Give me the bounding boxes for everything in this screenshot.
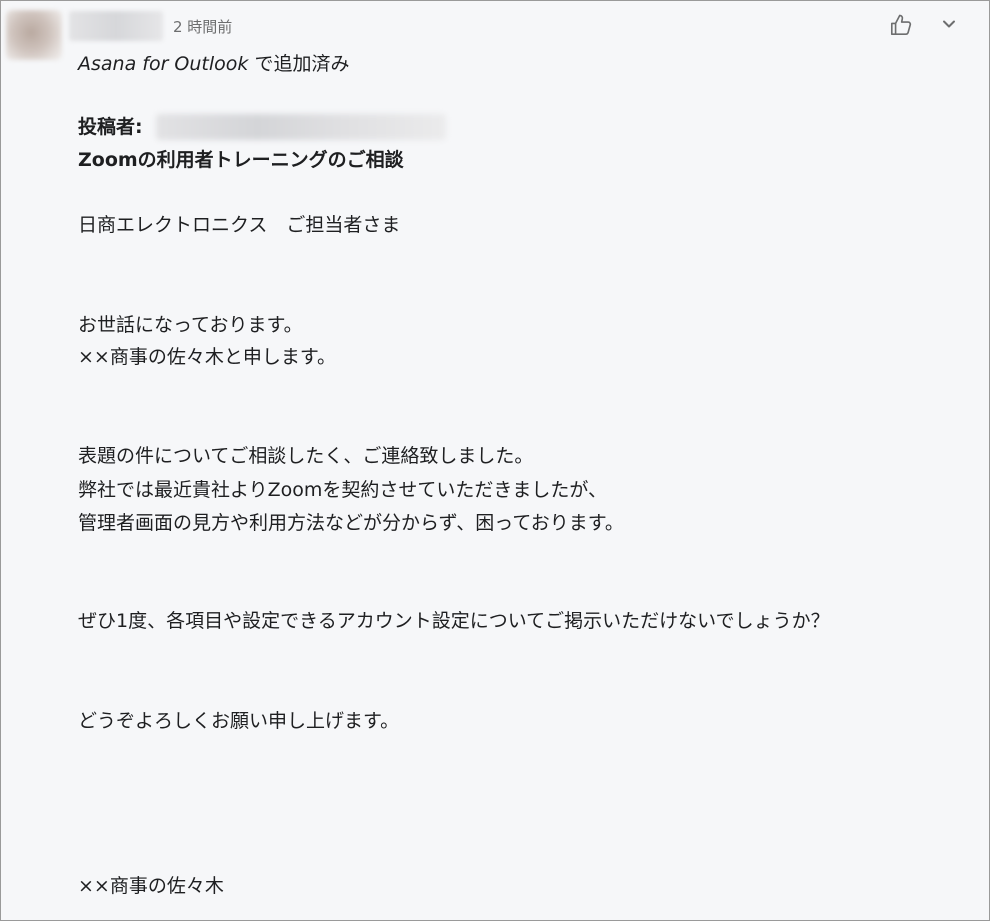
sender-redacted xyxy=(156,114,446,140)
email-greeting: 日商エレクトロニクス ご担当者さま xyxy=(78,214,401,236)
comment-timestamp: 2 時間前 xyxy=(173,18,233,36)
email-line: ××商事の佐々木と申します。 xyxy=(78,346,336,368)
email-line: 弊社では最近貴社よりZoomを契約させていただきましたが、 xyxy=(78,479,608,501)
source-suffix: で追加済み xyxy=(248,53,350,75)
like-button[interactable] xyxy=(886,10,916,40)
thumbs-up-icon xyxy=(890,14,912,36)
email-subject: Zoomの利用者トレーニングのご相談 xyxy=(78,149,404,171)
source-app-name: Asana for Outlook xyxy=(78,53,249,75)
email-line: 表題の件についてご相談したく、ご連絡致しました。 xyxy=(78,445,534,467)
email-line: ぜひ1度、各項目や設定できるアカウント設定についてご掲示いただけないでしょうか？ xyxy=(78,610,830,632)
email-line: 管理者画面の見方や利用方法などが分からず、困っております。 xyxy=(78,512,624,534)
email-signature: ××商事の佐々木 xyxy=(78,875,224,897)
author-name-redacted[interactable] xyxy=(69,11,163,41)
email-line: お世話になっております。 xyxy=(78,314,303,336)
chevron-down-icon xyxy=(943,20,955,28)
sender-label: 投稿者: xyxy=(78,116,143,138)
more-options-button[interactable] xyxy=(935,10,963,38)
comment-source: Asana for Outlook で追加済み xyxy=(78,49,349,76)
avatar[interactable] xyxy=(6,10,62,60)
email-line: どうぞよろしくお願い申し上げます。 xyxy=(78,710,400,732)
comment-card: 2 時間前 Asana for Outlook で追加済み 投稿者: Zoomの… xyxy=(0,0,990,921)
